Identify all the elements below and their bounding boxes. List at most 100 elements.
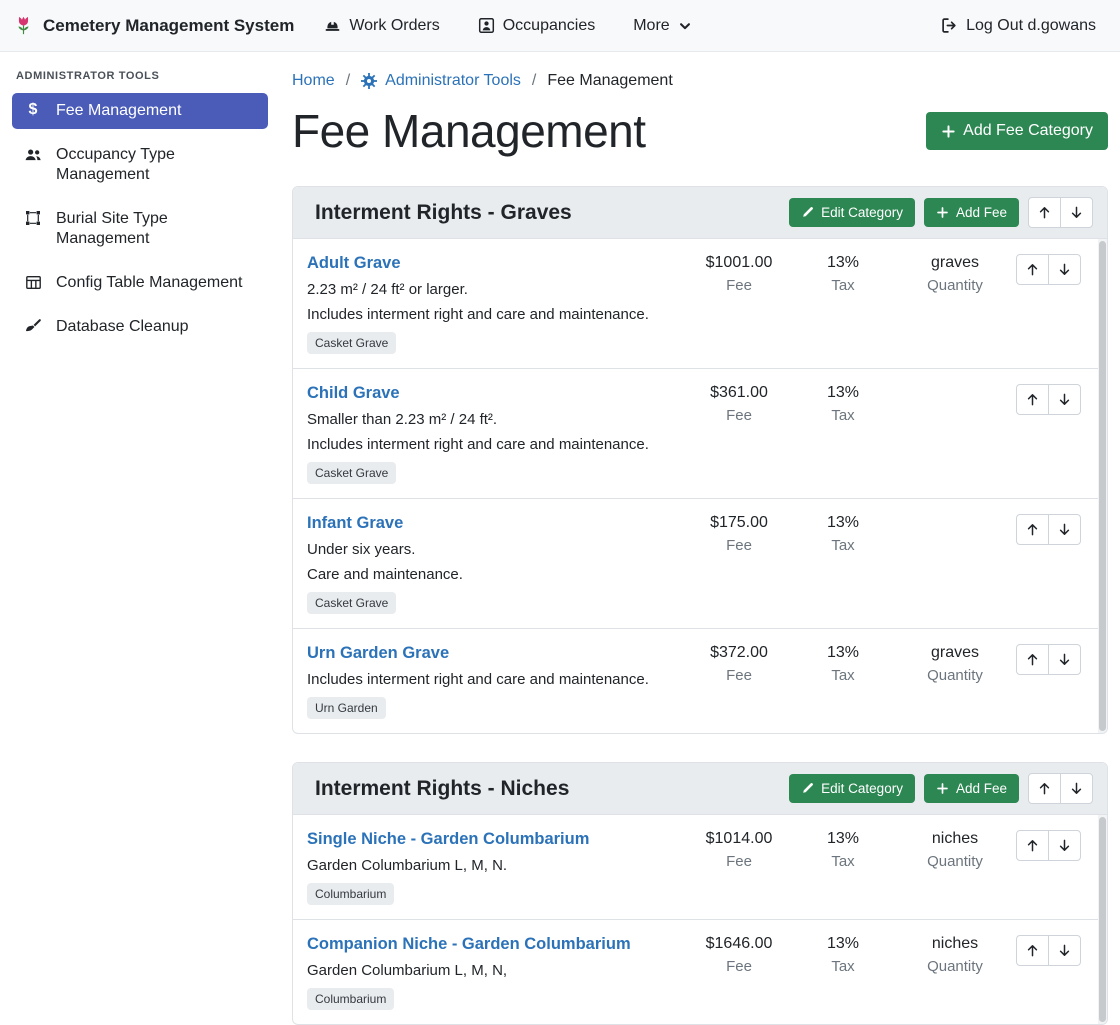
brand-title: Cemetery Management System xyxy=(43,16,294,36)
move-fee-up-button[interactable] xyxy=(1016,254,1049,285)
fee-move-group xyxy=(1016,935,1081,966)
move-fee-down-button[interactable] xyxy=(1048,254,1081,285)
sidebar-item-occupancy-type-management[interactable]: Occupancy Type Management xyxy=(12,137,268,193)
fee-row: Urn Garden Grave Includes interment righ… xyxy=(293,629,1107,733)
arrow-up-icon xyxy=(1025,652,1040,667)
sidebar-item-burial-site-type-management[interactable]: Burial Site Type Management xyxy=(12,201,268,257)
hard-hat-icon xyxy=(324,17,341,34)
arrow-down-icon xyxy=(1057,392,1072,407)
category-header: Interment Rights - Graves Edit Category … xyxy=(293,187,1107,239)
move-fee-down-button[interactable] xyxy=(1048,644,1081,675)
move-fee-up-button[interactable] xyxy=(1016,830,1049,861)
fee-amount: $1646.00 xyxy=(687,935,791,953)
card-scrollbar[interactable] xyxy=(1098,815,1107,1024)
fee-amount-column: $372.00 Fee xyxy=(687,644,791,684)
fee-name-link[interactable]: Child Grave xyxy=(307,384,400,403)
page-head: Fee Management Add Fee Category xyxy=(292,104,1108,158)
dollar-icon: $ xyxy=(22,102,44,118)
fee-amount-column: $175.00 Fee xyxy=(687,514,791,554)
move-category-up-button[interactable] xyxy=(1028,197,1061,228)
move-category-up-button[interactable] xyxy=(1028,773,1061,804)
add-fee-button[interactable]: Add Fee xyxy=(924,198,1019,227)
quantity-label: Quantity xyxy=(895,667,1015,684)
move-fee-down-button[interactable] xyxy=(1048,830,1081,861)
tax-column: 13% Tax xyxy=(791,644,895,684)
add-fee-category-button[interactable]: Add Fee Category xyxy=(926,112,1108,150)
category-header: Interment Rights - Niches Edit Category … xyxy=(293,763,1107,815)
brand[interactable]: Cemetery Management System xyxy=(12,13,294,38)
nav-occupancies[interactable]: Occupancies xyxy=(478,17,596,35)
arrow-up-icon xyxy=(1025,262,1040,277)
category-title: Interment Rights - Niches xyxy=(315,777,569,801)
sidebar-item-label: Occupancy Type Management xyxy=(56,145,258,185)
fee-amount-column: $361.00 Fee xyxy=(687,384,791,424)
category-move-group xyxy=(1028,773,1093,804)
fee-amount-column: $1646.00 Fee xyxy=(687,935,791,975)
add-fee-button[interactable]: Add Fee xyxy=(924,774,1019,803)
occupant-frame-icon xyxy=(478,17,495,34)
move-fee-down-button[interactable] xyxy=(1048,514,1081,545)
move-fee-down-button[interactable] xyxy=(1048,384,1081,415)
breadcrumb-current: Fee Management xyxy=(547,72,672,90)
scrollbar-thumb[interactable] xyxy=(1099,241,1106,731)
move-category-down-button[interactable] xyxy=(1060,197,1093,228)
scrollbar-thumb[interactable] xyxy=(1099,817,1106,1022)
move-fee-down-button[interactable] xyxy=(1048,935,1081,966)
move-fee-up-button[interactable] xyxy=(1016,384,1049,415)
fee-amount: $1001.00 xyxy=(687,254,791,272)
nav-items: Work Orders Occupancies More xyxy=(324,17,691,35)
nav-work-orders[interactable]: Work Orders xyxy=(324,17,439,35)
fee-name-link[interactable]: Companion Niche - Garden Columbarium xyxy=(307,935,631,954)
tax-label: Tax xyxy=(791,277,895,294)
fee-description: Includes interment right and care and ma… xyxy=(307,306,687,323)
move-fee-up-button[interactable] xyxy=(1016,644,1049,675)
fee-info: Infant Grave Under six years. Care and m… xyxy=(307,514,687,614)
sidebar-item-fee-management[interactable]: $ Fee Management xyxy=(12,93,268,129)
fee-type-badge: Columbarium xyxy=(307,988,394,1010)
sidebar-item-label: Burial Site Type Management xyxy=(56,209,258,249)
broom-icon xyxy=(22,318,44,335)
category-body: Adult Grave 2.23 m² / 24 ft² or larger. … xyxy=(293,239,1107,733)
tax-value: 13% xyxy=(791,935,895,953)
fee-description: 2.23 m² / 24 ft² or larger. xyxy=(307,281,687,298)
logout-link[interactable]: Log Out d.gowans xyxy=(941,17,1096,35)
tax-label: Tax xyxy=(791,958,895,975)
arrow-down-icon xyxy=(1069,205,1084,220)
fee-name-link[interactable]: Adult Grave xyxy=(307,254,401,273)
arrow-up-icon xyxy=(1037,781,1052,796)
quantity-unit: niches xyxy=(895,830,1015,848)
fee-info: Child Grave Smaller than 2.23 m² / 24 ft… xyxy=(307,384,687,484)
main-content: Home / xyxy=(280,52,1120,939)
category-actions: Edit Category Add Fee xyxy=(789,197,1093,228)
fee-label: Fee xyxy=(687,958,791,975)
edit-category-button[interactable]: Edit Category xyxy=(789,774,915,803)
fee-amount: $372.00 xyxy=(687,644,791,662)
arrow-up-icon xyxy=(1025,392,1040,407)
quantity-label: Quantity xyxy=(895,853,1015,870)
edit-category-button[interactable]: Edit Category xyxy=(789,198,915,227)
move-fee-up-button[interactable] xyxy=(1016,935,1049,966)
sidebar-item-database-cleanup[interactable]: Database Cleanup xyxy=(12,309,268,345)
fee-name-link[interactable]: Infant Grave xyxy=(307,514,403,533)
move-fee-up-button[interactable] xyxy=(1016,514,1049,545)
card-scrollbar[interactable] xyxy=(1098,239,1107,733)
fee-description: Includes interment right and care and ma… xyxy=(307,436,687,453)
fee-label: Fee xyxy=(687,667,791,684)
fee-category-card: Interment Rights - Niches Edit Category … xyxy=(292,762,1108,1025)
breadcrumb-admin-tools-link[interactable]: Administrator Tools xyxy=(361,72,521,90)
breadcrumb-home-link[interactable]: Home xyxy=(292,72,335,90)
pencil-icon xyxy=(801,206,814,219)
sidebar-item-config-table-management[interactable]: Config Table Management xyxy=(12,265,268,301)
nav-more[interactable]: More xyxy=(633,17,691,35)
fee-name-link[interactable]: Single Niche - Garden Columbarium xyxy=(307,830,589,849)
category-body: Single Niche - Garden Columbarium Garden… xyxy=(293,815,1107,1024)
arrow-up-icon xyxy=(1025,838,1040,853)
badge-line: Casket Grave xyxy=(307,332,687,354)
category-move-group xyxy=(1028,197,1093,228)
sidebar-item-label: Config Table Management xyxy=(56,273,243,293)
nav-more-label: More xyxy=(633,17,669,35)
fee-name-link[interactable]: Urn Garden Grave xyxy=(307,644,449,663)
move-category-down-button[interactable] xyxy=(1060,773,1093,804)
sidebar: ADMINISTRATOR TOOLS $ Fee Management Occ… xyxy=(0,52,280,939)
arrow-down-icon xyxy=(1057,652,1072,667)
